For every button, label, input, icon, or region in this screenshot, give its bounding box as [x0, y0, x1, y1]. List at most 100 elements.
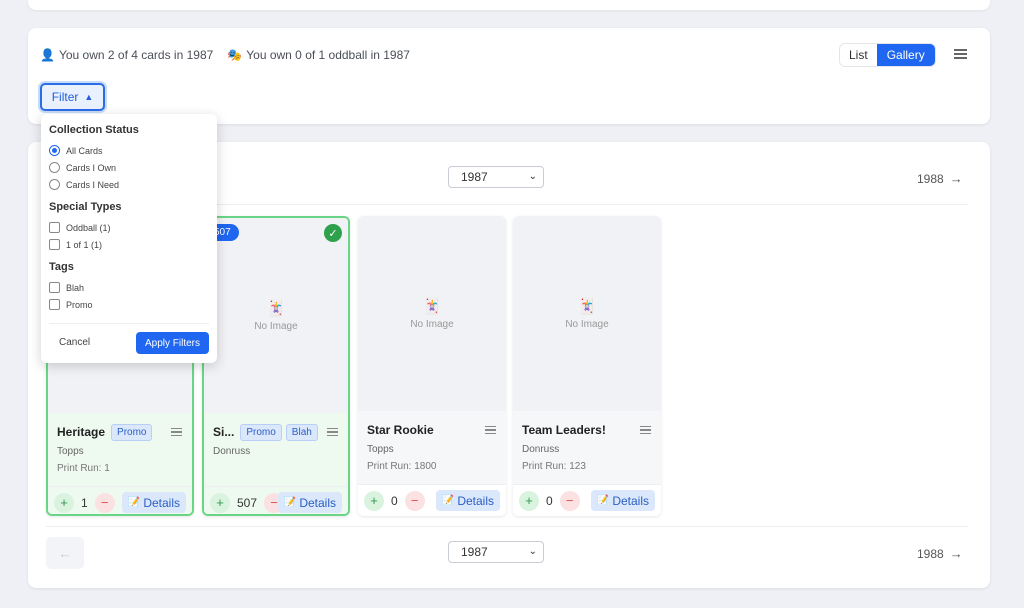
next-year-label: 1988	[917, 171, 944, 186]
checkbox[interactable]	[49, 282, 60, 293]
card-menu-icon[interactable]	[485, 426, 496, 436]
filter-popover: Collection Status All Cards Cards I Own …	[41, 114, 217, 363]
chevron-down-icon: ⌄	[528, 171, 537, 182]
card-image-placeholder: 507 ✓ 🃏 No Image	[204, 218, 348, 413]
card-name: Team Leaders!	[522, 423, 606, 437]
status-option-own[interactable]: Cards I Own	[49, 159, 209, 176]
tags-heading: Tags	[49, 261, 74, 273]
radio[interactable]	[49, 145, 60, 156]
next-year-label: 1988	[917, 546, 944, 561]
card-icon: 🃏	[266, 300, 286, 317]
card-actions: + 0 − 📝 Details	[358, 484, 506, 516]
collection-header: 👤 You own 2 of 4 cards in 1987 🎭 You own…	[28, 28, 990, 124]
print-run: Print Run: 123	[522, 461, 586, 472]
radio[interactable]	[49, 179, 60, 190]
year-select-value: 1987	[461, 545, 488, 559]
increment-button[interactable]: +	[210, 492, 230, 513]
divider	[46, 526, 968, 527]
checkbox[interactable]	[49, 239, 60, 250]
prev-year-button[interactable]: ←	[46, 537, 84, 569]
no-image-label: No Image	[410, 319, 454, 330]
decrement-button[interactable]: −	[559, 490, 580, 511]
user-icon: 👤	[40, 48, 55, 62]
pencil-icon: 📝	[127, 497, 141, 508]
print-run: Print Run: 1800	[367, 461, 437, 472]
filter-footer: Cancel Apply Filters	[49, 323, 209, 354]
chevron-down-icon: ⌄	[528, 546, 537, 557]
print-run: Print Run: 1	[57, 463, 110, 474]
card-image-placeholder: 🃏 No Image	[513, 216, 661, 411]
quantity-value: 507	[237, 495, 258, 510]
status-option-all[interactable]: All Cards	[49, 142, 209, 159]
card-tile[interactable]: 507 ✓ 🃏 No Image Si... Promo Blah Donruss …	[202, 216, 350, 516]
card-tile[interactable]: 🃏 No Image Star Rookie Topps Print Run: …	[358, 216, 506, 516]
card-info: Star Rookie Topps Print Run: 1800	[358, 411, 506, 484]
arrow-left-icon: ←	[58, 545, 72, 561]
card-icon: 🃏	[422, 298, 442, 315]
card-actions: + 0 − 📝 Details	[513, 484, 661, 516]
card-menu-icon[interactable]	[640, 426, 651, 436]
year-select-bottom[interactable]: 1987 ⌄	[448, 541, 544, 563]
card-manufacturer: Topps	[57, 446, 84, 457]
list-view-button[interactable]: List	[840, 44, 877, 66]
year-select-top[interactable]: 1987 ⌄	[448, 166, 544, 188]
tag-badge: Promo	[111, 423, 153, 441]
decrement-button[interactable]: −	[404, 490, 425, 511]
no-image-label: No Image	[565, 319, 609, 330]
no-image-label: No Image	[254, 321, 298, 332]
quantity-value: 1	[81, 495, 88, 510]
card-tile[interactable]: 🃏 No Image Team Leaders! Donruss Print R…	[513, 216, 661, 516]
special-option-oddball[interactable]: Oddball (1)	[49, 219, 209, 236]
increment-button[interactable]: +	[364, 490, 384, 511]
details-button[interactable]: 📝 Details	[277, 492, 342, 513]
next-year-link-bottom[interactable]: 1988 →	[917, 546, 963, 561]
card-actions: + 1 − 📝 Details	[48, 486, 192, 514]
owned-check-icon: ✓	[324, 224, 342, 242]
status-heading: Collection Status	[49, 124, 139, 136]
card-actions: + 507 − 📝 Details	[204, 486, 348, 514]
card-manufacturer: Topps	[367, 444, 394, 455]
oddball-count-text: You own 0 of 1 oddball in 1987	[246, 48, 410, 62]
quantity-value: 0	[546, 493, 553, 508]
checkbox[interactable]	[49, 299, 60, 310]
card-info: Team Leaders! Donruss Print Run: 123	[513, 411, 661, 484]
tag-badge: Promo	[240, 423, 282, 441]
gallery-view-button[interactable]: Gallery	[876, 44, 935, 66]
view-toggle: List Gallery	[840, 44, 935, 66]
card-info: Heritage Promo Topps Print Run: 1	[48, 413, 192, 486]
card-menu-icon[interactable]	[171, 428, 182, 438]
card-menu-icon[interactable]	[327, 428, 338, 438]
chevron-up-icon: ▲	[84, 92, 94, 102]
radio[interactable]	[49, 162, 60, 173]
tag-option-blah[interactable]: Blah	[49, 279, 209, 296]
tag-option-promo[interactable]: Promo	[49, 296, 209, 313]
special-heading: Special Types	[49, 201, 122, 213]
checkbox[interactable]	[49, 222, 60, 233]
apply-filters-button[interactable]: Apply Filters	[135, 332, 209, 354]
card-name: Heritage	[57, 425, 106, 439]
next-year-link-top[interactable]: 1988 →	[917, 171, 963, 186]
status-option-need[interactable]: Cards I Need	[49, 176, 209, 193]
menu-icon[interactable]	[954, 49, 967, 59]
increment-button[interactable]: +	[54, 492, 74, 513]
filter-button[interactable]: Filter ▲	[40, 83, 105, 111]
card-name: Star Rookie	[367, 423, 434, 437]
card-manufacturer: Donruss	[522, 444, 560, 455]
special-option-1of1[interactable]: 1 of 1 (1)	[49, 236, 209, 253]
card-manufacturer: Donruss	[213, 446, 251, 457]
increment-button[interactable]: +	[519, 490, 539, 511]
filter-button-label: Filter	[51, 90, 79, 104]
card-icon: 🃏	[577, 298, 597, 315]
details-button[interactable]: 📝 Details	[121, 492, 186, 513]
details-button[interactable]: 📝 Details	[435, 490, 500, 511]
cancel-button[interactable]: Cancel	[59, 337, 90, 348]
pencil-icon: 📝	[596, 495, 610, 506]
year-select-value: 1987	[461, 170, 488, 184]
card-name: Si...	[213, 425, 235, 439]
collection-summary: 👤 You own 2 of 4 cards in 1987 🎭 You own…	[40, 48, 410, 62]
decrement-button[interactable]: −	[94, 492, 115, 513]
card-image-placeholder: 🃏 No Image	[358, 216, 506, 411]
details-button[interactable]: 📝 Details	[590, 490, 655, 511]
arrow-right-icon: →	[949, 171, 963, 186]
quantity-value: 0	[391, 493, 398, 508]
